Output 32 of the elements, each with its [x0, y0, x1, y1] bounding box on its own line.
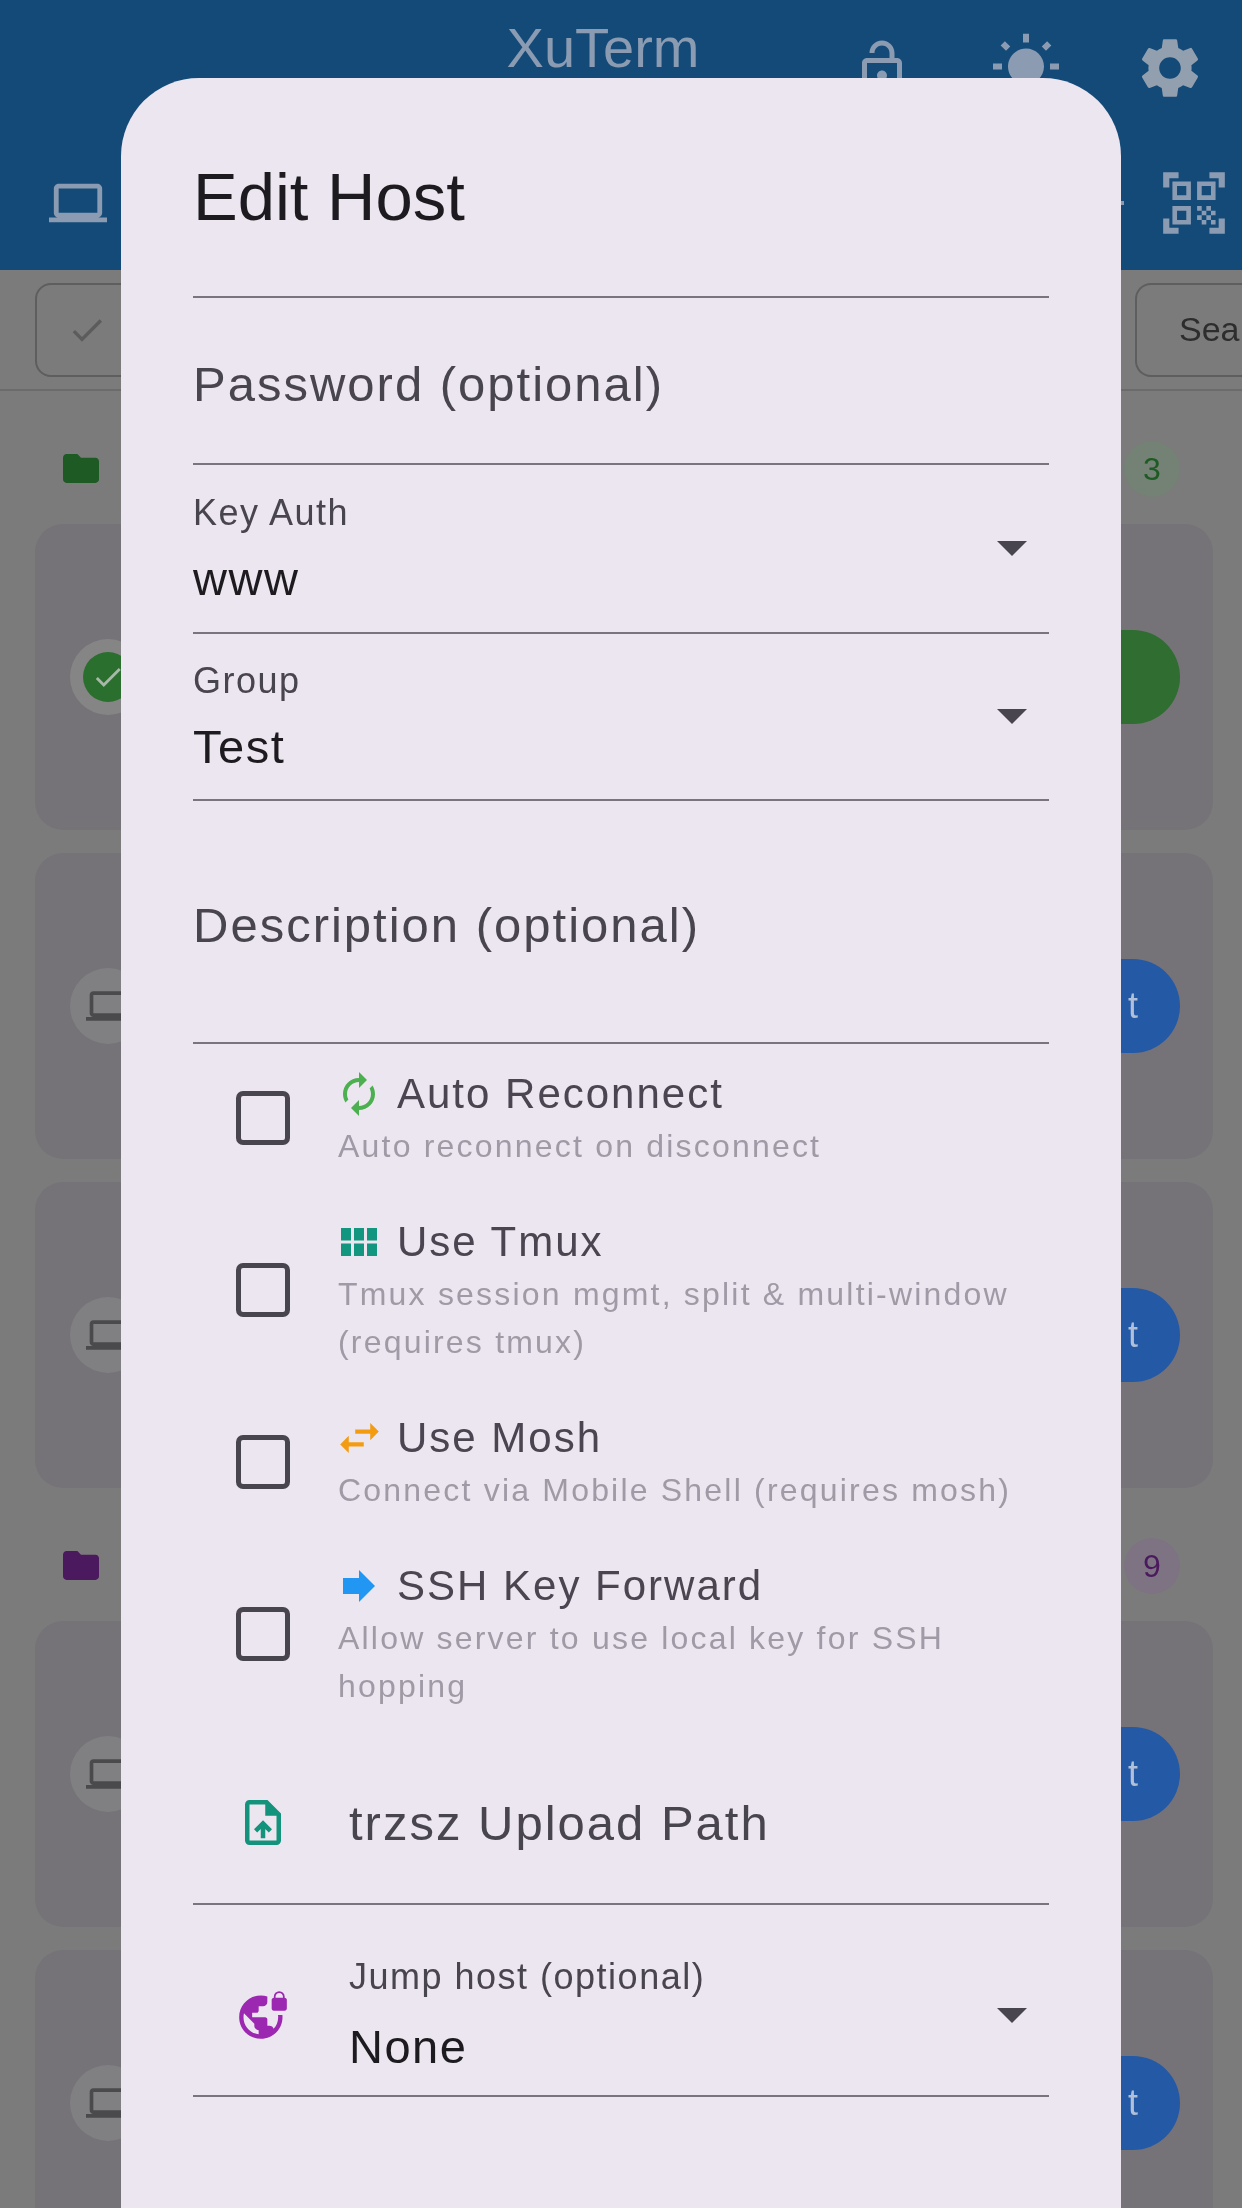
checkbox[interactable]	[236, 1435, 290, 1489]
dropdown-field[interactable]: Jump host (optional) None	[193, 1905, 1049, 2097]
checkbox[interactable]	[236, 1091, 290, 1145]
count-badge: 3	[1124, 440, 1180, 497]
refresh-icon	[343, 1072, 375, 1116]
caret-icon	[997, 541, 1027, 556]
option-title: Use Mosh	[397, 1413, 603, 1463]
text-field[interactable]: trzsz Upload Path	[193, 1732, 1049, 1905]
text-area-field[interactable]: Description (optional)	[193, 801, 1049, 1044]
grid-icon	[341, 1228, 377, 1256]
option-description: Allow server to use local key for SSH hopping	[338, 1619, 946, 1706]
checkbox[interactable]	[236, 1607, 290, 1661]
count-badge: 9	[1124, 1537, 1180, 1594]
search-button[interactable]: Sea	[1135, 282, 1242, 377]
option-description: Auto reconnect on disconnect	[338, 1127, 823, 1166]
dropdown-field[interactable]: Group Test	[193, 634, 1049, 801]
text-field[interactable]: Password (optional)	[193, 298, 1049, 465]
option-description: Connect via Mobile Shell (requires mosh)	[338, 1471, 1013, 1510]
swap-arrows-icon	[339, 1423, 379, 1453]
caret-icon	[997, 2007, 1027, 2023]
globe-lock-icon	[237, 1989, 289, 2041]
option-title: SSH Key Forward	[397, 1561, 764, 1611]
dropdown-field[interactable]: Key Auth www	[193, 465, 1049, 634]
right-arrow-icon	[343, 1570, 375, 1602]
file-upload-icon	[245, 1800, 281, 1845]
option-title: Use Tmux	[397, 1217, 604, 1267]
app-title: XuTerm	[506, 20, 700, 76]
option-description: Tmux session mgmt, split & multi-window (requires tmux)	[338, 1275, 1010, 1362]
option-title: Auto Reconnect	[397, 1069, 724, 1119]
caret-icon	[997, 709, 1027, 724]
checkbox[interactable]	[236, 1263, 290, 1317]
dialog-title: Edit Host	[193, 158, 466, 236]
